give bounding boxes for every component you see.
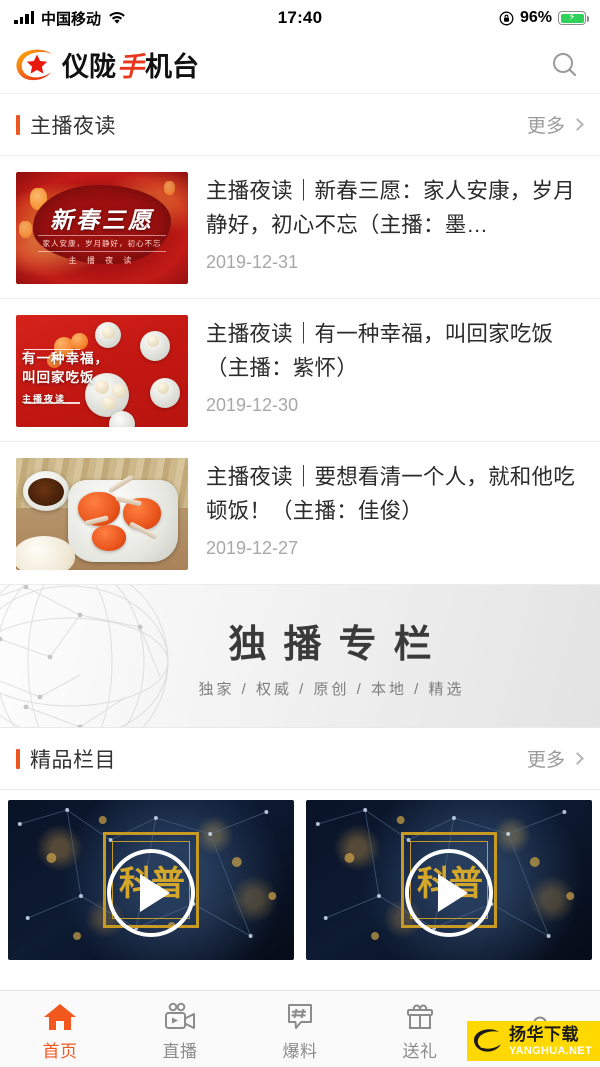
news-list: 新春三愿 家人安康，岁月静好，初心不忘 主 播 夜 读 主播夜读｜新春三愿：家人… [0,156,600,585]
rotation-lock-icon [499,11,514,26]
app-header: 仪陇手机台 [0,36,600,94]
tab-home-label: 首页 [42,1042,78,1061]
section-header-featured-programs: 精品栏目 更多 [0,728,600,790]
banner-title: 独播专栏 [228,624,449,666]
watermark-en: YANGHUA.NET [509,1044,592,1057]
search-icon[interactable] [548,48,582,82]
tab-live[interactable]: 直播 [120,996,240,1062]
tab-home[interactable]: 首页 [0,996,120,1062]
logo-text-hand: 手 [117,52,144,82]
news-body: 主播夜读｜有一种幸福，叫回家吃饭（主播：紫怀） 2019-12-30 [206,315,584,427]
video-grid: 科普 科普 [0,790,600,960]
chevron-right-icon [571,752,584,765]
gift-icon [405,1000,435,1032]
tab-tipoff[interactable]: 爆料 [240,996,360,1062]
watermark-cn: 扬华下载 [509,1024,579,1044]
news-thumbnail [16,458,188,570]
section-accent-bar [16,114,20,135]
status-bar-right: 96% ⚡ [322,9,590,27]
watermark-text: 扬华下载 YANGHUA.NET [509,1026,592,1057]
thumb-tag: 主播夜读 [22,393,67,404]
news-date: 2019-12-31 [206,252,299,272]
chevron-right-icon [571,118,584,131]
tab-gift[interactable]: 送礼 [360,996,480,1062]
banner-text-block: 独播专栏 独家 / 权威 / 原创 / 本地 / 精选 [0,613,600,699]
thumb-headline: 新春三愿 [50,208,154,234]
news-list-item[interactable]: 主播夜读｜要想看清一个人，就和他吃顿饭！（主播：佳俊） 2019-12-27 [0,442,600,585]
news-title: 主播夜读｜新春三愿：家人安康，岁月静好，初心不忘（主播：墨… [206,179,575,237]
thumb-tag: 主 播 夜 读 [68,255,136,265]
news-date: 2019-12-27 [206,538,299,558]
news-title: 主播夜读｜要想看清一个人，就和他吃顿饭！（主播：佳俊） [206,465,575,523]
video-card[interactable]: 科普 [8,800,294,960]
play-icon[interactable] [107,848,195,937]
carrier-label: 中国移动 [41,10,102,28]
thumb-caption: 有一种幸福， 叫回家吃饭 主播夜读 [22,349,109,409]
section-header-anchor-night-reading: 主播夜读 更多 [0,94,600,156]
section-accent-bar [16,748,20,769]
thumb-caption-line2: 叫回家吃饭 [22,369,95,385]
home-icon [43,1000,77,1032]
news-list-item[interactable]: 新春三愿 家人安康，岁月静好，初心不忘 主 播 夜 读 主播夜读｜新春三愿：家人… [0,156,600,299]
news-thumbnail: 有一种幸福， 叫回家吃饭 主播夜读 [16,315,188,427]
wifi-icon [108,11,126,25]
tab-gift-label: 送礼 [402,1042,438,1061]
news-title: 主播夜读｜有一种幸福，叫回家吃饭（主播：紫怀） [206,322,554,380]
section-more-button[interactable]: 更多 [526,111,584,138]
thumb-subline: 家人安康，岁月静好，初心不忘 [38,234,166,252]
battery-charging-icon: ⚡ [558,11,590,25]
hashtag-bubble-icon [285,1000,315,1032]
section-more-label: 更多 [526,116,565,137]
video-camera-icon [162,1000,198,1032]
promo-banner[interactable]: 独播专栏 独家 / 权威 / 原创 / 本地 / 精选 [0,585,600,728]
status-bar-left: 中国移动 [14,8,278,29]
section-title: 主播夜读 [30,114,116,138]
news-list-item[interactable]: 有一种幸福， 叫回家吃饭 主播夜读 主播夜读｜有一种幸福，叫回家吃饭（主播：紫怀… [0,299,600,442]
logo-text-part2: 机台 [145,52,199,82]
section-title: 精品栏目 [30,748,116,772]
app-logo[interactable]: 仪陇手机台 [14,45,199,84]
yanghua-globe-icon [471,1026,504,1056]
battery-percent-label: 96% [519,9,553,26]
tab-live-label: 直播 [162,1042,198,1061]
bottom-tab-bar: 首页 直播 爆料 送礼 扬华下载 YANGHUA.NET [0,990,600,1067]
app-logo-text: 仪陇手机台 [62,45,199,84]
signal-bars-icon [14,11,34,24]
logo-text-part1: 仪陇 [62,52,116,82]
download-site-watermark: 扬华下载 YANGHUA.NET [467,1021,600,1061]
video-card[interactable]: 科普 [306,800,592,960]
news-body: 主播夜读｜要想看清一个人，就和他吃顿饭！（主播：佳俊） 2019-12-27 [206,458,584,570]
status-bar-time: 17:40 [277,8,323,27]
section-more-label: 更多 [526,750,565,771]
section-more-button[interactable]: 更多 [526,745,584,772]
tab-tipoff-label: 爆料 [282,1042,318,1061]
news-date: 2019-12-30 [206,395,299,415]
play-icon[interactable] [405,848,493,937]
thumb-caption-line1: 有一种幸福， [22,350,109,366]
star-swoosh-logo-icon [14,47,58,83]
status-bar: 中国移动 17:40 96% ⚡ [0,0,600,36]
news-thumbnail: 新春三愿 家人安康，岁月静好，初心不忘 主 播 夜 读 [16,172,188,284]
banner-subtitle: 独家 / 权威 / 原创 / 本地 / 精选 [198,681,465,698]
news-body: 主播夜读｜新春三愿：家人安康，岁月静好，初心不忘（主播：墨… 2019-12-3… [206,172,584,284]
